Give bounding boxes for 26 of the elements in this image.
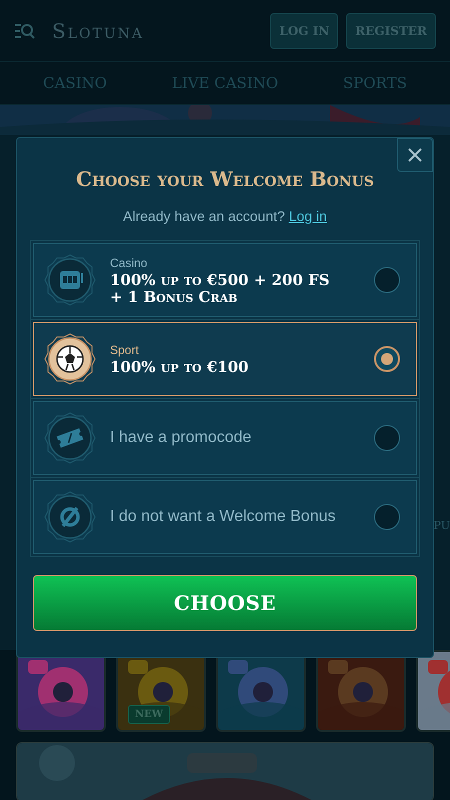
ticket-icon <box>44 412 96 464</box>
radio-button[interactable] <box>374 425 400 451</box>
bonus-option[interactable]: I have a promocode <box>33 401 417 475</box>
account-prompt: Already have an account? <box>123 208 286 224</box>
bonus-option[interactable]: I do not want a Welcome Bonus <box>33 480 417 554</box>
bonus-option[interactable]: Casino 100% up to €500 + 200 FS + 1 Bonus Crab <box>33 243 417 317</box>
close-icon <box>407 146 423 163</box>
option-category: Sport <box>110 342 140 360</box>
section-title: PU <box>434 518 450 534</box>
option-label: I have a promocode <box>110 428 252 448</box>
slot-machine-icon <box>44 254 96 306</box>
offer-text: 100% up to €500 + 200 FS + 1 Bonus Crab <box>110 272 331 306</box>
radio-button[interactable] <box>374 504 400 530</box>
logo: Slotuna <box>52 18 144 44</box>
bonus-option[interactable]: Sport 100% up to €100 <box>33 322 417 396</box>
modal-title: Choose your Welcome Bonus <box>75 166 375 193</box>
login-link[interactable]: Log in <box>288 208 327 224</box>
option-label: I do not want a Welcome Bonus <box>110 507 336 527</box>
no-symbol-icon <box>44 491 96 543</box>
close-button[interactable] <box>397 138 433 172</box>
radio-button[interactable] <box>374 267 400 293</box>
choose-button[interactable]: CHOOSE <box>33 575 417 631</box>
search-icon[interactable] <box>14 22 36 40</box>
offer-text: 100% up to €100 <box>110 359 249 377</box>
option-category: Casino <box>110 254 148 272</box>
radio-button[interactable] <box>374 346 400 372</box>
